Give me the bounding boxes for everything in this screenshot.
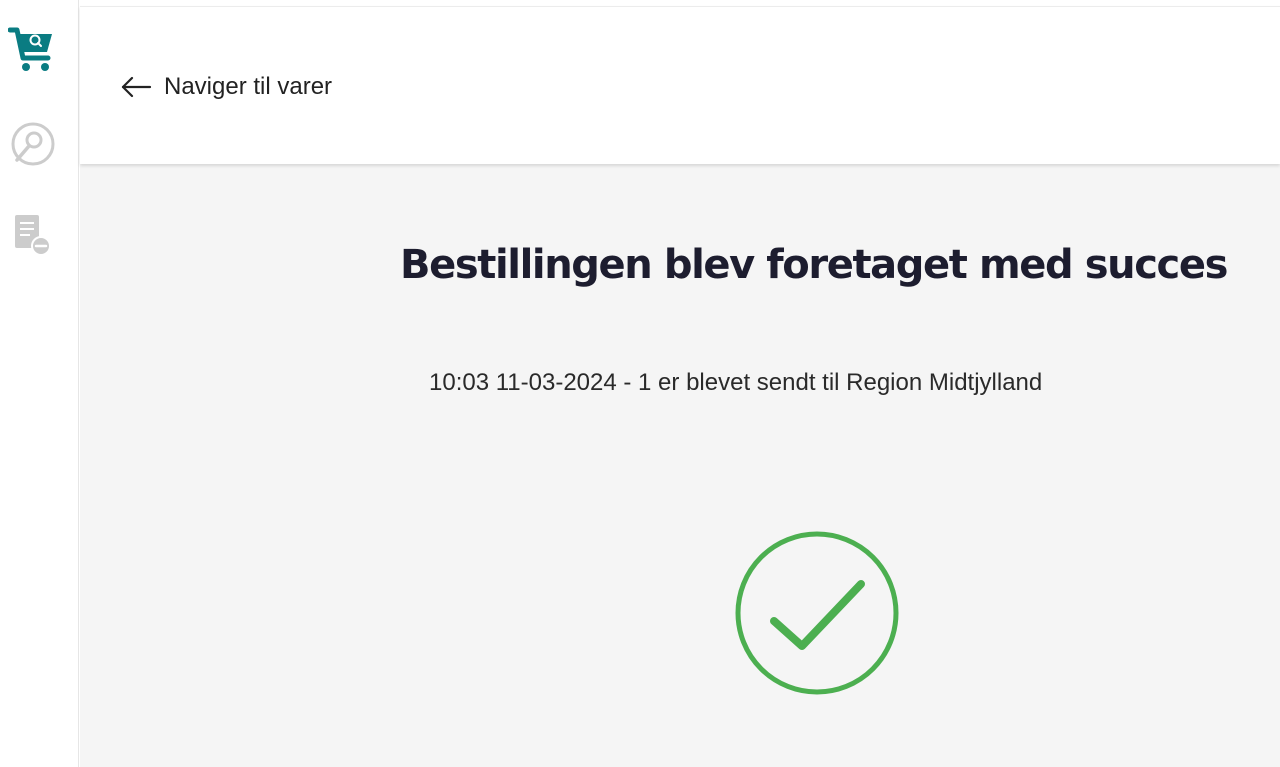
success-check-icon bbox=[734, 530, 900, 696]
back-to-items-link[interactable]: Naviger til varer bbox=[120, 69, 332, 105]
back-link-label: Naviger til varer bbox=[164, 73, 333, 100]
arrow-left-icon bbox=[120, 75, 152, 99]
document-remove-icon bbox=[10, 210, 54, 260]
search-circle-icon bbox=[8, 119, 56, 169]
order-confirmation: Bestillingen blev foretaget med succes 1… bbox=[80, 164, 1280, 767]
page-title: Bestillingen blev foretaget med succes bbox=[400, 242, 1228, 288]
cart-search-icon bbox=[8, 25, 56, 77]
sidebar bbox=[0, 0, 79, 767]
sidebar-item-documents[interactable] bbox=[8, 210, 56, 260]
order-status-message: 10:03 11-03-2024 - 1 er blevet sendt til… bbox=[429, 369, 1043, 396]
sidebar-item-search[interactable] bbox=[8, 119, 56, 169]
sidebar-item-shop[interactable] bbox=[8, 26, 56, 76]
top-bar: Naviger til varer bbox=[80, 6, 1280, 164]
